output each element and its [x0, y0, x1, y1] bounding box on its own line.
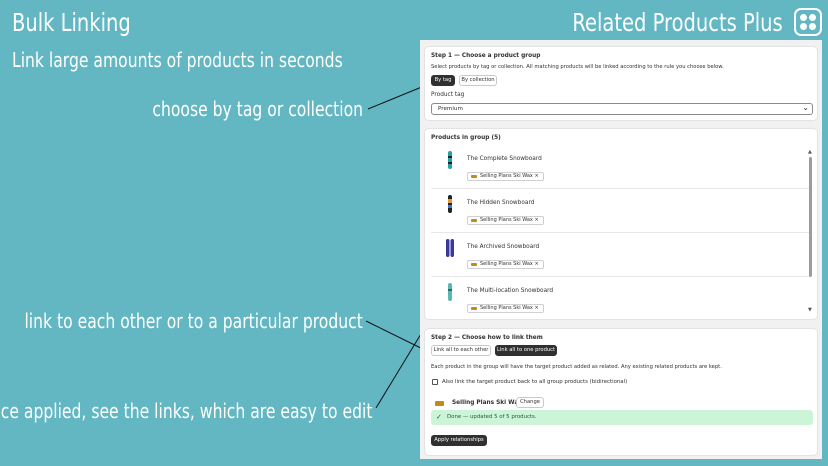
snowboard-icon — [446, 239, 454, 257]
related-product-pill[interactable]: Selling Plans Ski Wax × — [467, 260, 544, 269]
step1-description: Select products by tag or collection. Al… — [431, 64, 724, 70]
by-tag-button[interactable]: By tag — [431, 75, 455, 86]
step1-heading: Step 1 — Choose a product group — [431, 53, 541, 59]
bidirectional-label: Also link the target product back to all… — [442, 379, 628, 385]
product-tag-label: Product tag — [431, 92, 465, 98]
product-name: The Archived Snowboard — [467, 244, 540, 250]
list-item: The Archived Snowboard Selling Plans Ski… — [431, 233, 809, 277]
group-card: Products in group (5) The Complete Snowb… — [424, 128, 818, 320]
list-item: The Complete Snowboard Selling Plans Ski… — [431, 145, 809, 189]
step2-description: Each product in the group will have the … — [431, 364, 722, 370]
related-product-pill[interactable]: Selling Plans Ski Wax × — [467, 172, 544, 181]
ski-wax-icon — [471, 219, 477, 222]
list-item: The Hidden Snowboard Selling Plans Ski W… — [431, 189, 809, 233]
product-name: The Hidden Snowboard — [467, 200, 535, 206]
chevron-down-icon: ⌄ — [802, 103, 809, 112]
status-banner: ✓ Done — updated 5 of 5 products. — [431, 410, 813, 425]
close-icon[interactable]: × — [534, 261, 538, 267]
group-heading: Products in group (5) — [431, 135, 501, 141]
step1-card: Step 1 — Choose a product group Select p… — [424, 46, 818, 121]
product-name: The Multi-location Snowboard — [467, 288, 554, 294]
checkmark-icon: ✓ — [436, 413, 442, 421]
bidirectional-checkbox[interactable] — [432, 379, 438, 385]
ski-wax-icon — [471, 263, 477, 266]
close-icon[interactable]: × — [534, 173, 538, 179]
related-product-pill[interactable]: Selling Plans Ski Wax × — [467, 216, 544, 225]
apply-relationships-button[interactable]: Apply relationships — [431, 435, 487, 446]
ski-wax-icon — [471, 175, 477, 178]
close-icon[interactable]: × — [534, 217, 538, 223]
by-collection-button[interactable]: By collection — [459, 75, 497, 86]
product-list[interactable]: The Complete Snowboard Selling Plans Ski… — [431, 145, 815, 317]
link-each-other-button[interactable]: Link all to each other — [431, 345, 491, 356]
change-button[interactable]: Change — [516, 397, 544, 408]
ski-wax-icon — [471, 307, 477, 310]
app-panel: Step 1 — Choose a product group Select p… — [420, 40, 822, 459]
related-product-pill[interactable]: Selling Plans Ski Wax × — [467, 304, 544, 313]
list-item: The Multi-location Snowboard Selling Pla… — [431, 277, 809, 317]
snowboard-icon — [448, 151, 452, 169]
snowboard-icon — [448, 195, 452, 213]
step2-card: Step 2 — Choose how to link them Link al… — [424, 328, 818, 456]
link-one-product-button[interactable]: Link all to one product — [495, 345, 557, 356]
ski-wax-icon — [435, 401, 444, 406]
list-scrollbar[interactable]: ▲ ▼ — [808, 149, 813, 319]
snowboard-icon — [448, 283, 452, 301]
step2-heading: Step 2 — Choose how to link them — [431, 335, 543, 341]
product-name: The Complete Snowboard — [467, 156, 542, 162]
target-product-name: Selling Plans Ski Wax — [452, 400, 522, 406]
close-icon[interactable]: × — [534, 305, 538, 311]
product-tag-select[interactable]: Premium ⌄ — [431, 103, 813, 115]
